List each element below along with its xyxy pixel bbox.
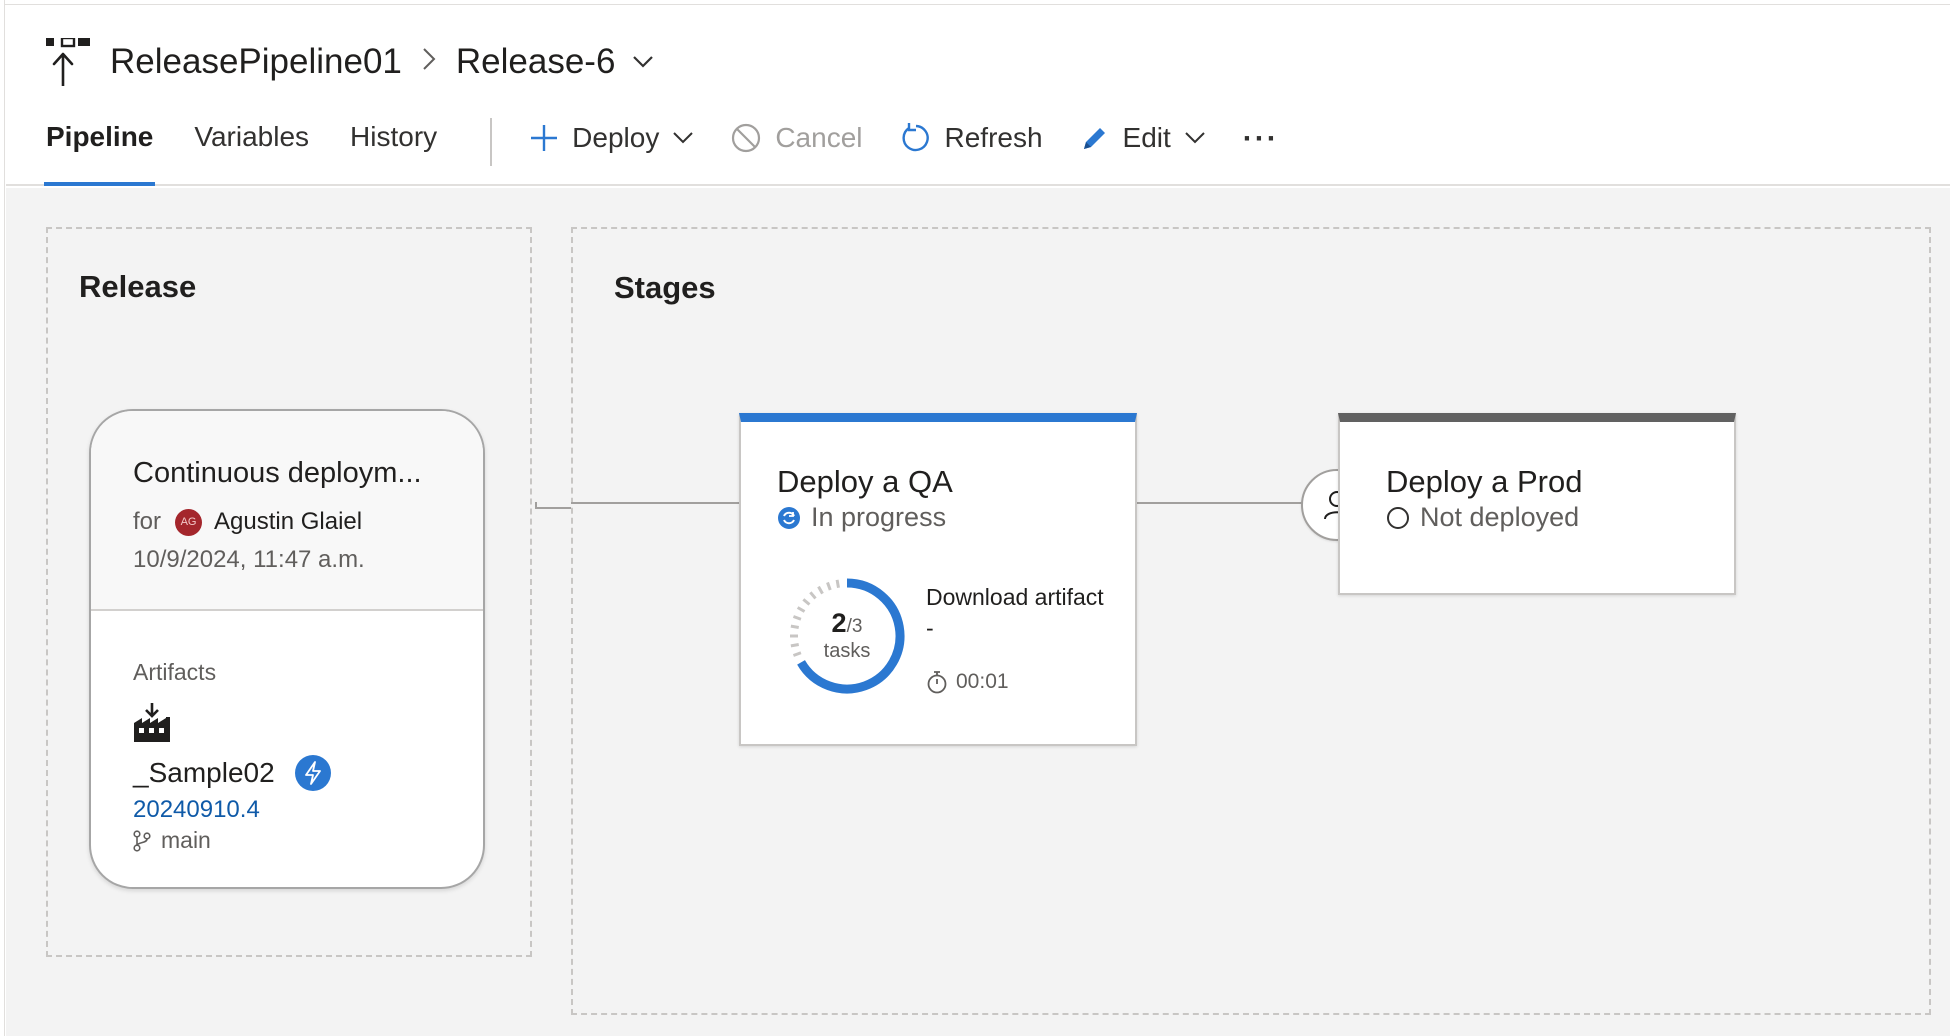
release-header: ReleasePipeline01 Release-6 Pipeline Var… [6,6,1950,186]
edit-label: Edit [1122,122,1171,153]
tab-history[interactable]: History [350,110,437,186]
release-trigger: Continuous deploym... [133,457,422,489]
task-elapsed: 00:01 [926,670,1009,694]
lightning-bolt-icon [294,755,331,791]
connector-line [535,507,571,509]
chevron-down-icon [673,132,694,144]
stage-name: Deploy a Prod [1386,464,1583,499]
pipeline-canvas: Release Stages Continuous deploym... for… [6,188,1950,1036]
cancel-circle-icon [732,123,761,153]
build-artifact-icon [134,703,170,742]
stages-panel-title: Stages [614,270,716,305]
connector-line [1137,502,1303,504]
stage-status-text: Not deployed [1420,502,1580,532]
release-date: 10/9/2024, 11:47 a.m. [133,546,365,573]
tab-pipeline[interactable]: Pipeline [43,110,156,186]
stage-status-text: In progress [811,502,947,532]
breadcrumb: ReleasePipeline01 Release-6 [46,32,654,92]
release-name: Release-6 [455,42,616,81]
pencil-icon [1083,128,1105,149]
refresh-label: Refresh [944,122,1043,153]
for-label: for [133,508,162,535]
refresh-button[interactable]: Refresh [901,110,1043,154]
more-actions-button[interactable]: ··· [1243,110,1279,156]
tasks-total: /3 [846,616,863,637]
toolbar-divider [490,118,493,166]
artifact-branch: main [133,827,211,854]
more-actions-icon: ··· [1242,122,1279,155]
release-pipeline-icon [46,38,90,86]
build-number-link[interactable]: 20240910.4 [133,796,260,824]
cancel-label: Cancel [775,122,863,153]
tasks-done: 2 [831,608,847,638]
elapsed-time: 00:01 [956,670,1009,693]
edit-button[interactable]: Edit [1081,110,1205,154]
avatar: AG [175,508,203,536]
connector-line [535,502,537,509]
artifact-name: _Sample02 [133,757,275,788]
in-progress-icon [778,506,800,529]
stopwatch-icon [927,671,947,694]
pipeline-name-link[interactable]: ReleasePipeline01 [110,42,402,82]
left-border [0,0,5,1036]
chevron-down-icon [1185,132,1205,144]
artifacts-label: Artifacts [133,659,217,685]
refresh-icon [901,123,929,152]
cancel-button[interactable]: Cancel [731,110,863,154]
deploy-button[interactable]: Deploy [530,110,694,154]
chevron-down-icon [633,56,654,68]
top-border [0,0,1950,5]
breadcrumb-chevron-icon [422,45,436,79]
release-card[interactable]: Continuous deploym... for AG Agustin Gla… [89,409,485,889]
plus-icon [531,125,558,151]
stage-card-qa[interactable]: Deploy a QA In progress 2/3 tasks Downlo… [739,413,1137,746]
current-task-name: Download artifact - [926,584,1104,641]
tab-bar: Pipeline Variables History Deploy Cancel… [43,110,1317,186]
tab-variables[interactable]: Variables [194,110,309,186]
artifact-item: _Sample02 [133,755,331,791]
not-deployed-icon [1387,506,1409,529]
branch-name: main [161,827,211,853]
deploy-label: Deploy [572,122,660,153]
release-page: ReleasePipeline01 Release-6 Pipeline Var… [0,0,1950,1036]
connector-line [571,502,741,504]
stage-name: Deploy a QA [777,464,953,499]
release-selector[interactable]: Release-6 [456,42,654,82]
task-progress-count: 2/3 tasks [785,574,909,698]
stage-status: In progress [777,502,946,533]
release-requester: for AG Agustin Glaiel [133,508,362,536]
stage-card-prod[interactable]: Deploy a Prod Not deployed [1338,413,1736,595]
author-name: Agustin Glaiel [214,508,363,535]
tasks-label: tasks [823,640,871,662]
branch-icon [133,829,151,852]
release-panel-title: Release [79,269,197,304]
stage-status: Not deployed [1386,502,1579,533]
